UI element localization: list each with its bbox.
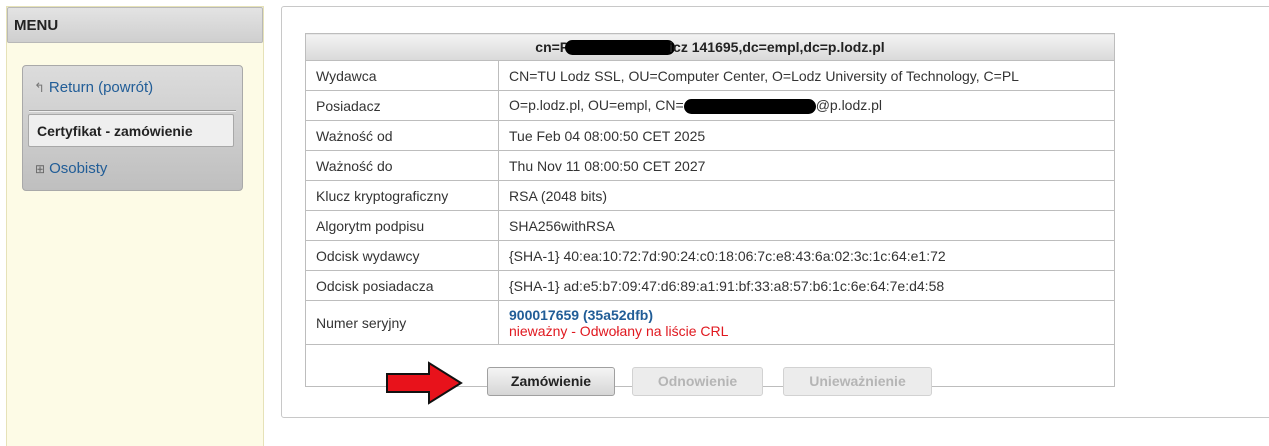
return-link[interactable]: ↰ Return (powrót) [34,79,153,96]
expand-plus-icon: ⊞ [35,162,46,176]
row-value: Thu Nov 11 08:00:50 CET 2027 [498,150,1115,181]
row-label: Odcisk posiadacza [305,270,499,301]
row-value: CN=TU Lodz SSL, OU=Computer Center, O=Lo… [498,60,1115,91]
menu-divider [29,110,236,112]
certificate-table: cn=P icz 141695,dc=empl,dc=p.lodz.pl Wyda… [305,33,1115,387]
row-value: {SHA-1} ad:e5:b7:09:47:d6:89:a1:91:bf:33… [498,270,1115,301]
row-label: Wydawca [305,60,499,91]
table-row: Odcisk wydawcy {SHA-1} 40:ea:10:72:7d:90… [305,240,1115,271]
table-row: Posiadacz O=p.lodz.pl, OU=empl, CN= @p.lo… [305,90,1115,121]
menu-item-certyfikat-zamowienie[interactable]: Certyfikat - zamówienie [28,114,234,147]
row-value: SHA256withRSA [498,210,1115,241]
table-row: Algorytm podpisu SHA256withRSA [305,210,1115,241]
revoke-button: Unieważnienie [783,367,932,396]
table-row: Odcisk posiadacza {SHA-1} ad:e5:b7:09:47… [305,270,1115,301]
table-row: Ważność od Tue Feb 04 08:00:50 CET 2025 [305,120,1115,151]
menu-panel: ↰ Return (powrót) Certyfikat - zamówienie… [22,65,243,191]
dn-suffix: icz 141695,dc=empl,dc=p.lodz.pl [669,38,885,55]
owner-suffix: @p.lodz.pl [815,97,883,114]
row-value: O=p.lodz.pl, OU=empl, CN= @p.lodz.pl [498,90,1115,121]
return-arrow-icon: ↰ [34,80,45,95]
serial-label: Numer seryjny [305,300,499,345]
menu-item-osobisty[interactable]: ⊞ Osobisty [35,160,107,177]
row-label: Algorytm podpisu [305,210,499,241]
row-label: Klucz kryptograficzny [305,180,499,211]
serial-value: 900017659 (35a52dfb) nieważny - Odwołany… [498,300,1115,345]
redaction-mark [683,98,816,114]
renew-button: Odnowienie [632,367,763,396]
row-value: {SHA-1} 40:ea:10:72:7d:90:24:c0:18:06:7c… [498,240,1115,271]
owner-prefix: O=p.lodz.pl, OU=empl, CN= [509,97,684,114]
menu-title: MENU [7,7,263,43]
return-label: Return (powrót) [48,79,154,96]
order-button[interactable]: Zamówienie [487,367,615,396]
row-label: Ważność do [305,150,499,181]
serial-number: 900017659 (35a52dfb) [509,307,653,323]
sidebar: MENU ↰ Return (powrót) Certyfikat - zamów… [6,6,264,446]
row-label: Ważność od [305,120,499,151]
osobisty-label: Osobisty [49,160,108,177]
certificate-dn-header: cn=P icz 141695,dc=empl,dc=p.lodz.pl [305,33,1115,61]
table-row: Klucz kryptograficzny RSA (2048 bits) [305,180,1115,211]
table-row: Ważność do Thu Nov 11 08:00:50 CET 2027 [305,150,1115,181]
row-value: RSA (2048 bits) [498,180,1115,211]
serial-row: Numer seryjny 900017659 (35a52dfb) niewa… [305,300,1115,345]
red-arrow-icon [386,361,463,405]
redaction-mark [565,40,676,56]
dn-prefix: cn=P [535,38,570,55]
serial-status: nieważny - Odwołany na liście CRL [509,323,729,339]
row-label: Odcisk wydawcy [305,240,499,271]
row-value: Tue Feb 04 08:00:50 CET 2025 [498,120,1115,151]
table-row: Wydawca CN=TU Lodz SSL, OU=Computer Cent… [305,60,1115,91]
row-label: Posiadacz [305,90,499,121]
